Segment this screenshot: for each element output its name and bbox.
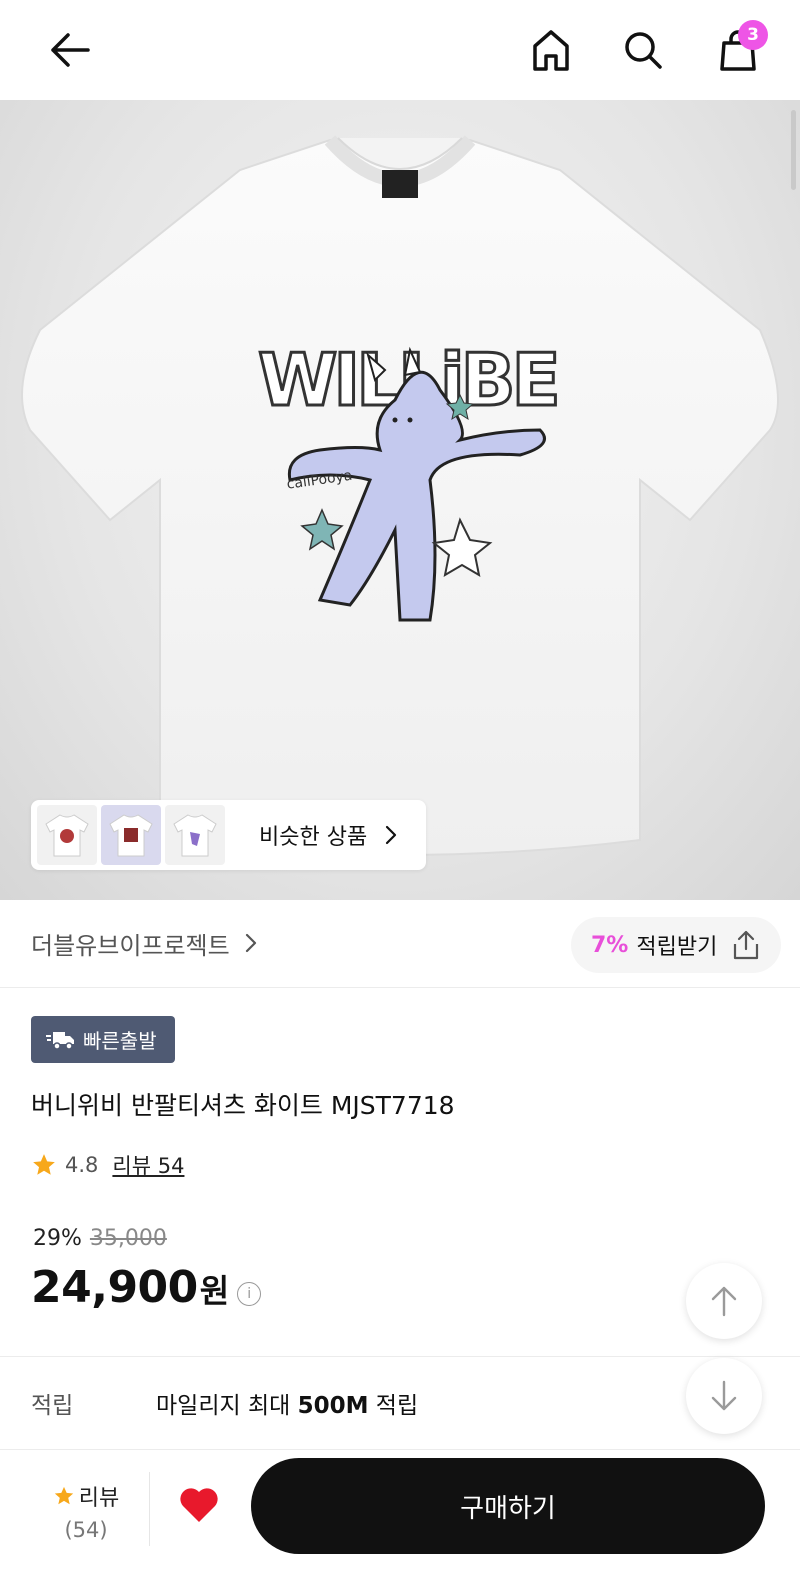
points-label: 적립받기 [636, 935, 718, 960]
rating-row: 4.8 리뷰 54 [31, 1147, 184, 1183]
home-button[interactable] [525, 22, 577, 78]
buy-button[interactable]: 구매하기 [251, 1458, 765, 1554]
price-row: 24,900 원 i [31, 1262, 262, 1313]
star-icon [33, 1154, 55, 1175]
brand-name: 더블유브이프로젝트 [31, 931, 230, 960]
currency: 원 [199, 1272, 230, 1310]
brand-link[interactable]: 더블유브이프로젝트 [31, 920, 262, 966]
similar-thumb-1 [37, 805, 97, 865]
product-title: 버니위비 반팔티셔츠 화이트 MJST7718 [31, 1091, 455, 1120]
discount-rate: 29% [33, 1226, 82, 1251]
reward-label: 적립 [31, 1393, 74, 1419]
arrow-left-icon [51, 33, 90, 67]
similar-thumb-3 [165, 805, 225, 865]
cart-count-badge: 3 [738, 20, 768, 50]
wishlist-button[interactable] [178, 1486, 220, 1528]
reward-text: 마일리지 최대 500M 적립 [156, 1386, 418, 1420]
rating-value: 4.8 [65, 1153, 99, 1177]
bottom-action-bar: 리뷰 (54) 구매하기 [0, 1449, 800, 1581]
reward-prefix: 마일리지 최대 [156, 1393, 298, 1419]
divider [0, 1356, 800, 1357]
top-bar: 3 [0, 0, 800, 100]
chevron-right-icon [386, 825, 397, 845]
scrollbar[interactable] [791, 110, 796, 190]
scroll-top-button[interactable] [686, 1263, 762, 1339]
search-button[interactable] [617, 22, 669, 78]
scroll-bottom-button[interactable] [686, 1358, 762, 1434]
reward-amount: 500M [297, 1393, 369, 1419]
original-price: 35,000 [89, 1226, 167, 1251]
home-icon [533, 30, 569, 71]
tshirt-illustration: WILLiBE caliPooya [21, 135, 779, 856]
fast-shipping-badge: 빠른출발 [31, 1016, 175, 1063]
similar-label-text: 비슷한 상품 [259, 825, 368, 850]
delivery-truck-icon [46, 1031, 74, 1050]
bottom-review-button[interactable]: 리뷰 (54) [27, 1480, 145, 1542]
points-share-button[interactable]: 7% 적립받기 [571, 917, 781, 973]
reward-suffix: 적립 [368, 1393, 419, 1419]
discount-row: 29% 35,000 [33, 1226, 167, 1251]
sale-price: 24,900 [31, 1262, 198, 1313]
bottom-review-label: 리뷰 [27, 1480, 145, 1512]
arrow-down-icon [711, 1380, 737, 1411]
review-link[interactable]: 리뷰 54 [112, 1150, 184, 1180]
heart-icon [180, 1488, 218, 1522]
points-percent: 7% [591, 932, 629, 958]
bottom-review-text: 리뷰 [78, 1486, 120, 1511]
similar-thumb-2 [101, 805, 161, 865]
similar-products-label: 비슷한 상품 [259, 800, 403, 870]
star-icon [54, 1486, 73, 1505]
product-image[interactable]: WILLiBE caliPooya [0, 100, 800, 900]
divider [0, 987, 800, 988]
similar-products-button[interactable]: 비슷한 상품 [31, 800, 426, 870]
divider [149, 1472, 150, 1546]
chevron-right-icon [245, 933, 256, 953]
fast-shipping-label: 빠른출발 [83, 1029, 157, 1053]
arrow-up-icon [711, 1286, 737, 1317]
share-icon [734, 930, 759, 960]
back-button[interactable] [40, 25, 100, 75]
bottom-review-count: (54) [64, 1518, 108, 1542]
search-icon [625, 32, 662, 69]
info-icon[interactable]: i [237, 1282, 262, 1306]
